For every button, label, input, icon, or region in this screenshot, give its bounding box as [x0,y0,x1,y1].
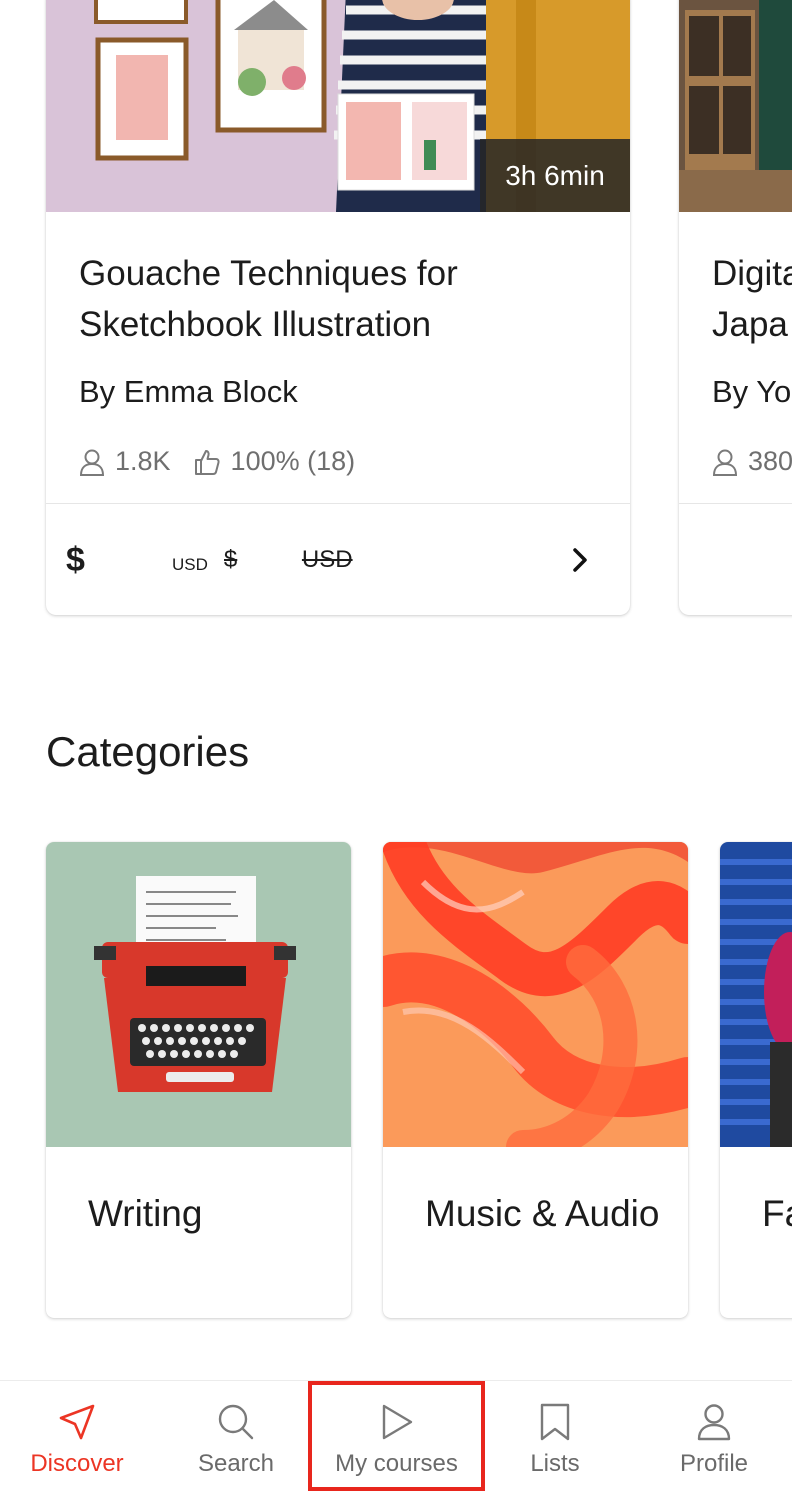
category-card-writing[interactable]: Writing [46,842,351,1318]
send-arrow-icon [58,1401,96,1443]
nav-lists[interactable]: Lists [510,1381,600,1492]
category-label: Music & Audio [425,1193,660,1234]
divider [46,503,630,504]
search-icon [217,1401,255,1443]
nav-label: My courses [335,1450,458,1477]
nav-label: Profile [679,1450,749,1477]
course-stats: 1.8K 100% (18) [79,446,377,477]
course-author[interactable]: By Yo [712,374,791,410]
price-redaction [96,545,166,575]
nav-label: Lists [530,1450,580,1477]
course-title-line: Japa [712,305,788,344]
fashion-image [720,842,792,1147]
course-thumbnail: 3h 6min [46,0,630,212]
studio-photo [679,0,792,212]
current-price: $ [66,540,85,579]
category-card-music-audio[interactable]: Music & Audio [383,842,688,1318]
categories-heading: Categories [46,728,250,775]
old-price-prefix: $ [223,546,238,573]
typewriter-image [46,842,351,1147]
nav-profile[interactable]: Profile [664,1381,764,1492]
thumbs-up-icon [194,449,220,475]
category-image [383,842,688,1147]
price-currency: USD [172,555,208,574]
students-stat: 380 [712,446,792,477]
nav-discover[interactable]: Discover [22,1381,132,1492]
play-icon [379,1401,415,1443]
bookmark-icon [539,1401,571,1443]
course-title-line: Digita [712,254,792,293]
nav-label: Discover [30,1450,124,1477]
course-title[interactable]: Gouache Techniques for Sketchbook Illust… [79,248,599,350]
course-stats: 380 [712,446,792,477]
course-thumbnail [679,0,792,212]
nav-label: Search [197,1450,275,1477]
course-card[interactable]: Digita Japa By Yo 380 [679,0,792,615]
category-label: Fa [762,1193,792,1234]
divider [679,503,792,504]
students-count: 1.8K [115,446,171,476]
abstract-3d-image [383,842,688,1147]
nav-search[interactable]: Search [186,1381,286,1492]
original-price: $ USD [224,546,353,574]
students-count: 380 [748,446,792,476]
category-card-fashion[interactable]: Fa [720,842,792,1318]
course-card[interactable]: 3h 6min Gouache Techniques for Sketchboo… [46,0,630,615]
profile-icon [697,1401,731,1443]
category-image [46,842,351,1147]
category-label: Writing [88,1193,203,1234]
person-icon [712,449,738,476]
person-icon [79,449,105,476]
nav-my-courses[interactable]: My courses [308,1381,485,1491]
discover-screen: 3h 6min Gouache Techniques for Sketchboo… [0,0,792,1492]
course-author[interactable]: By Emma Block [79,374,298,410]
bottom-navigation: Discover Search My courses Lists Profile [0,1380,792,1492]
category-image [720,842,792,1147]
chevron-right-icon[interactable] [570,546,590,574]
course-title[interactable]: Digita Japa [712,248,792,350]
students-stat: 1.8K [79,446,171,477]
price-row[interactable]: $ USD $ USD [66,538,590,582]
old-price-currency: USD [301,546,353,573]
duration-badge: 3h 6min [480,139,630,212]
rating-value: 100% (18) [230,446,356,476]
rating-stat: 100% (18) [193,446,356,477]
